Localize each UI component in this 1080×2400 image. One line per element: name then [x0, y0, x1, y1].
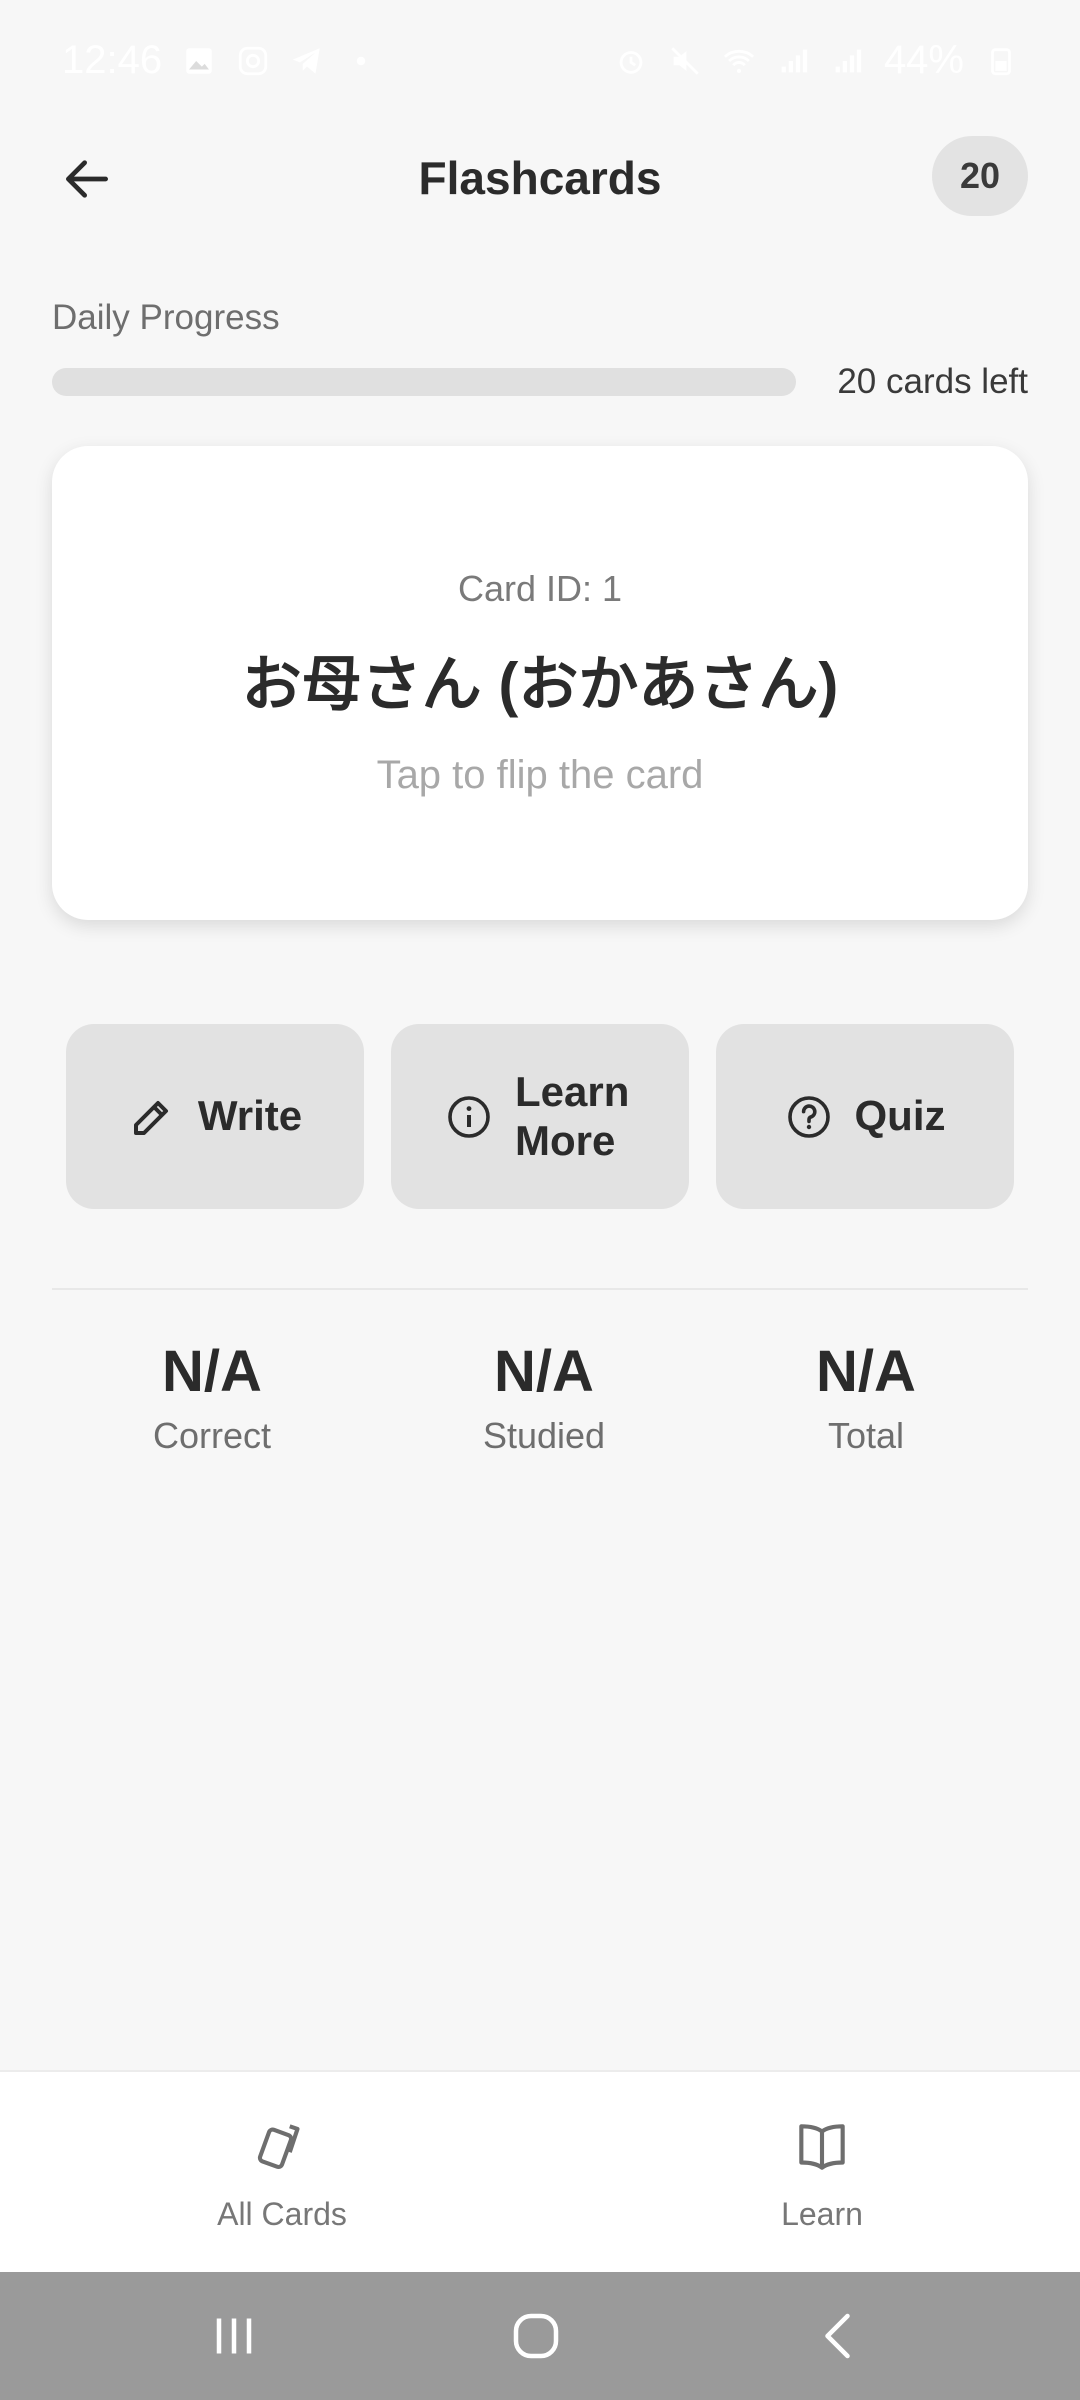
instagram-icon	[236, 43, 270, 77]
stats-row: N/A Correct N/A Studied N/A Total	[52, 1338, 1028, 1468]
daily-progress: Daily Progress 20 cards left	[52, 298, 1028, 402]
nav-all-cards[interactable]: All Cards	[152, 2116, 412, 2233]
pencil-icon	[128, 1093, 176, 1141]
back-icon	[825, 2313, 850, 2359]
quiz-button[interactable]: Quiz	[716, 1024, 1014, 1209]
arrow-left-icon	[66, 160, 108, 198]
card-term: お母さん (おかあさん)	[241, 651, 839, 718]
quiz-label: Quiz	[854, 1092, 946, 1140]
signal-icon	[830, 43, 864, 77]
battery-percent: 44%	[883, 37, 964, 82]
alarm-icon	[614, 43, 648, 77]
nav-learn[interactable]: Learn	[692, 2116, 952, 2233]
learn-more-label: Learn More	[515, 1068, 630, 1164]
stat-label: Total	[827, 1415, 905, 1456]
cards-left-text: 20 cards left	[837, 362, 1028, 401]
flashcard[interactable]: Card ID: 1 お母さん (おかあさん) Tap to flip the …	[52, 446, 1028, 920]
write-button[interactable]: Write	[66, 1024, 364, 1209]
page-title: Flashcards	[418, 151, 662, 204]
home-button[interactable]	[506, 2306, 566, 2366]
home-icon	[513, 2313, 559, 2359]
card-id: Card ID: 1	[457, 568, 623, 609]
stat-label: Correct	[152, 1415, 272, 1456]
action-buttons: Write Learn More Quiz	[66, 1024, 1014, 1209]
recents-button[interactable]	[204, 2306, 264, 2366]
system-back-button[interactable]	[810, 2306, 870, 2366]
progress-row: 20 cards left	[52, 362, 1028, 402]
progress-label: Daily Progress	[52, 298, 280, 337]
gallery-icon	[182, 43, 216, 77]
stat-value: N/A	[816, 1339, 916, 1404]
nav-label: Learn	[781, 2196, 863, 2232]
stat-value: N/A	[494, 1339, 594, 1404]
divider	[52, 1288, 1028, 1290]
app-bar: Flashcards 20	[0, 120, 1080, 235]
telegram-icon	[290, 43, 324, 77]
back-button[interactable]	[52, 144, 122, 214]
progress-bar	[52, 368, 796, 396]
system-nav-bar	[0, 2272, 1080, 2400]
status-right: 44%	[614, 38, 1018, 83]
recents-icon	[216, 2318, 252, 2354]
stat-studied: N/A Studied	[414, 1338, 674, 1457]
info-icon	[445, 1093, 493, 1141]
stat-value: N/A	[162, 1339, 262, 1404]
signal-icon	[776, 43, 810, 77]
status-left: 12:46	[62, 38, 378, 83]
flip-hint: Tap to flip the card	[376, 753, 704, 797]
status-bar: 12:46 44%	[0, 0, 1080, 120]
count-badge: 20	[932, 136, 1028, 216]
stat-total: N/A Total	[736, 1338, 996, 1457]
bottom-nav: All Cards Learn	[0, 2070, 1080, 2272]
stat-label: Studied	[482, 1415, 606, 1456]
battery-icon	[984, 43, 1018, 77]
status-time: 12:46	[62, 37, 163, 82]
wifi-icon	[722, 43, 756, 77]
nav-label: All Cards	[217, 2196, 347, 2232]
write-label: Write	[197, 1092, 303, 1140]
cards-icon	[251, 2116, 313, 2178]
learn-more-button[interactable]: Learn More	[391, 1024, 689, 1209]
mute-icon	[668, 43, 702, 77]
stat-correct: N/A Correct	[82, 1338, 342, 1457]
help-circle-icon	[785, 1093, 833, 1141]
dot-icon	[344, 43, 378, 77]
book-open-icon	[791, 2116, 853, 2178]
